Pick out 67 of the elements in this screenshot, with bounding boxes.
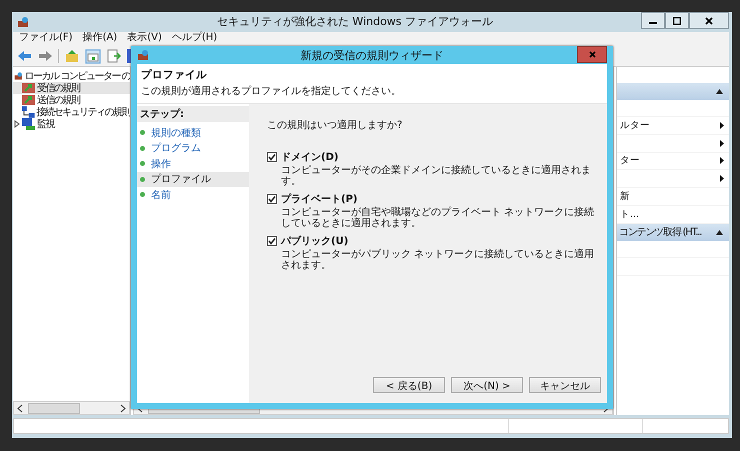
checkbox-label[interactable]: プライベート(P) [281, 192, 358, 206]
tree-item[interactable]: ローカル コンピューター の [24, 69, 130, 83]
checkbox-label[interactable]: パブリック(U) [281, 234, 348, 248]
console-tree-icon[interactable] [85, 48, 101, 64]
forward-icon[interactable] [38, 50, 52, 62]
menu-item[interactable]: ヘルプ(H) [172, 32, 218, 44]
firewall-icon [137, 49, 149, 61]
steps-heading: ステップ: [137, 106, 249, 122]
menu-item[interactable]: 操作(A) [82, 32, 118, 44]
action-item[interactable]: ター [617, 152, 729, 170]
submenu-arrow-icon[interactable] [720, 122, 724, 129]
action-item[interactable]: ルター [617, 117, 729, 135]
submenu-arrow-icon[interactable] [720, 157, 724, 164]
dialog-button[interactable]: 次へ(N) > [451, 377, 523, 393]
option-description: コンピューターがパブリック ネットワークに接続しているときに適用されます。 [280, 249, 596, 271]
close-icon [588, 51, 596, 58]
collapse-icon[interactable] [716, 230, 723, 235]
dialog-title: 新規の受信の規則ウィザード [300, 48, 444, 62]
option-description: コンピューターが自宅や職場などのプライベート ネットワークに接続しているときに適用されます。 [280, 207, 596, 229]
tree-item[interactable]: 送信の規則 [13, 94, 130, 106]
monitor-icon [22, 118, 35, 130]
checkbox[interactable] [267, 236, 277, 246]
dialog-button[interactable]: < 戻る(B) [373, 377, 445, 393]
tree-item[interactable]: 受信の規則 [13, 82, 130, 94]
maximize-button[interactable] [665, 12, 689, 29]
checkbox[interactable] [267, 194, 277, 204]
firewall-icon [14, 70, 23, 82]
bullet-icon [140, 146, 145, 151]
step-item[interactable]: プログラム [137, 140, 249, 156]
menu-item[interactable]: ファイル(F) [19, 32, 73, 44]
folder-up-icon[interactable] [65, 50, 79, 62]
minimize-button[interactable] [641, 12, 665, 29]
action-item[interactable]: 新 [617, 188, 729, 206]
page-subtitle: この規則が適用されるプロファイルを指定してください。 [141, 84, 402, 98]
rule-icon [22, 94, 35, 106]
section-header[interactable]: コンテンツ取得 (HT... [617, 224, 729, 241]
checkbox[interactable] [267, 152, 277, 162]
tree-item[interactable]: 監視 [13, 118, 130, 130]
export-icon[interactable] [107, 49, 121, 63]
step-item[interactable]: プロファイル [137, 172, 249, 187]
bullet-icon [140, 130, 145, 136]
bullet-icon [140, 161, 145, 166]
scrollbar[interactable] [13, 401, 130, 415]
option-description: コンピューターがその企業ドメインに接続しているときに適用されます。 [280, 165, 592, 187]
close-button[interactable] [689, 12, 729, 29]
collapse-icon[interactable] [716, 89, 723, 94]
question-text: この規則はいつ適用しますか? [267, 118, 404, 132]
submenu-arrow-icon[interactable] [720, 140, 724, 147]
bullet-icon [140, 176, 145, 182]
bullet-icon [140, 192, 145, 198]
checkbox-label[interactable]: ドメイン(D) [281, 150, 338, 164]
close-icon [705, 16, 713, 24]
step-item[interactable]: 操作 [137, 156, 249, 172]
rule-icon [22, 82, 35, 94]
step-item[interactable]: 名前 [137, 187, 249, 202]
maximize-icon [673, 16, 681, 24]
firewall-icon [17, 16, 29, 28]
tree-item[interactable]: 接続セキュリティの規則 [13, 106, 130, 118]
window-title: セキュリティが強化された Windows ファイアウォール [216, 14, 494, 29]
network-icon [22, 106, 34, 118]
menu-item[interactable]: 表示(V) [127, 32, 162, 44]
submenu-arrow-icon[interactable] [720, 175, 724, 182]
step-item[interactable]: 規則の種類 [137, 125, 249, 140]
dialog-button[interactable]: キャンセル [529, 377, 601, 393]
back-icon[interactable] [18, 50, 32, 62]
expand-icon[interactable] [14, 120, 20, 128]
page-heading: プロファイル [141, 68, 208, 82]
